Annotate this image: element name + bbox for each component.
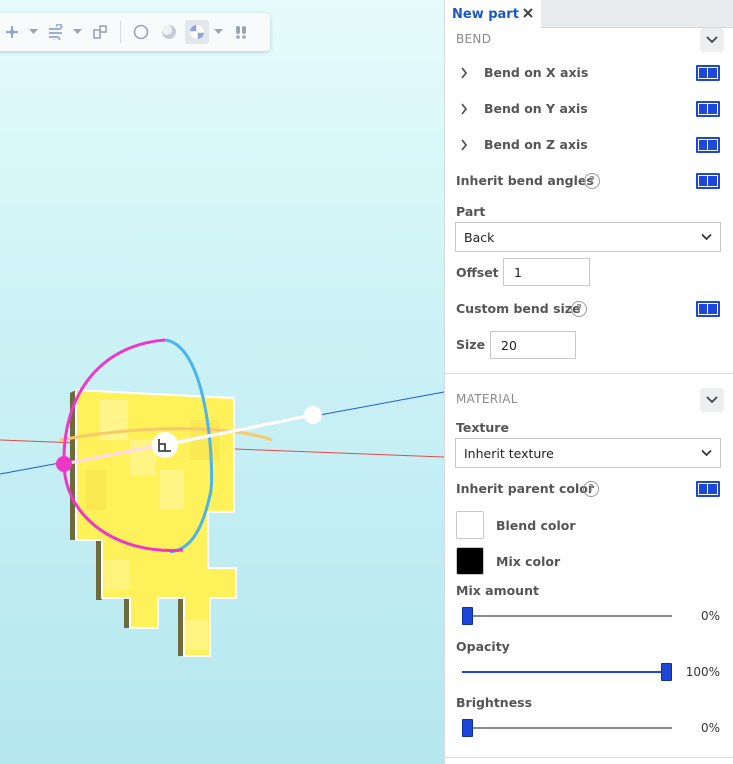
bend-z-label: Bend on Z axis xyxy=(484,137,588,152)
brightness-slider[interactable] xyxy=(462,719,672,737)
custom-bend-size-toggle[interactable] xyxy=(696,301,720,317)
circle-icon[interactable] xyxy=(129,20,153,44)
custom-bend-size-label: Custom bend size xyxy=(456,301,581,316)
blend-color-label: Blend color xyxy=(496,518,576,533)
section-divider xyxy=(445,373,733,374)
part-select-value: Back xyxy=(464,230,495,245)
brightness-value: 0% xyxy=(700,721,720,735)
inherit-parent-color-row: Inherit parent color ? xyxy=(445,477,733,501)
custom-bend-size-row: Custom bend size ? xyxy=(445,297,733,321)
half-shade-icon[interactable] xyxy=(157,20,181,44)
bend-collapse-button[interactable] xyxy=(700,28,724,52)
wind-icon[interactable] xyxy=(44,20,68,44)
bend-section-title: BEND xyxy=(456,32,492,46)
mix-amount-slider-thumb[interactable] xyxy=(462,607,473,625)
properties-panel: New part BEND Bend on X axis Bend on Y a… xyxy=(444,0,733,764)
3d-viewport[interactable] xyxy=(0,0,444,764)
chevron-down-icon xyxy=(701,233,712,241)
chevron-down-icon[interactable] xyxy=(72,20,82,44)
tab-new-part[interactable]: New part xyxy=(445,0,541,28)
chevron-right-icon[interactable] xyxy=(460,67,468,79)
offset-value: 1 xyxy=(514,265,522,280)
opacity-label: Opacity xyxy=(456,639,510,654)
mix-amount-slider[interactable] xyxy=(462,607,672,625)
mix-color-label: Mix color xyxy=(496,554,561,569)
chevron-down-icon[interactable] xyxy=(28,20,38,44)
scene-canvas xyxy=(0,338,444,657)
bend-y-row[interactable]: Bend on Y axis xyxy=(445,97,733,121)
size-label: Size xyxy=(456,337,486,352)
footprint-icon[interactable] xyxy=(229,20,253,44)
offset-label: Offset xyxy=(456,265,499,280)
chevron-right-icon[interactable] xyxy=(460,139,468,151)
inherit-bend-angles-toggle[interactable] xyxy=(696,173,720,189)
material-section-header: MATERIAL xyxy=(445,388,733,412)
help-icon[interactable]: ? xyxy=(571,301,587,317)
brightness-slider-thumb[interactable] xyxy=(462,719,473,737)
viewport-toolbar xyxy=(0,13,270,51)
chevron-down-icon xyxy=(706,36,718,44)
inherit-parent-color-label: Inherit parent color xyxy=(456,481,594,496)
bend-z-toggle[interactable] xyxy=(696,137,720,153)
texture-label: Texture xyxy=(456,420,509,435)
toolbar-divider xyxy=(120,21,121,43)
tab-title: New part xyxy=(452,6,519,22)
chevron-down-icon xyxy=(706,396,718,404)
help-icon[interactable]: ? xyxy=(584,173,600,189)
bend-x-label: Bend on X axis xyxy=(484,65,589,80)
texture-select-value: Inherit texture xyxy=(464,446,554,461)
section-divider xyxy=(445,757,733,758)
size-input[interactable]: 20 xyxy=(490,331,576,359)
help-icon[interactable]: ? xyxy=(583,481,599,497)
mix-amount-label: Mix amount xyxy=(456,583,539,598)
mix-color-swatch[interactable] xyxy=(456,547,484,575)
move-icon[interactable] xyxy=(0,20,24,44)
bend-y-toggle[interactable] xyxy=(696,101,720,117)
part-select[interactable]: Back xyxy=(455,222,721,252)
inherit-bend-angles-row: Inherit bend angles ? xyxy=(445,169,733,193)
opacity-value: 100% xyxy=(685,665,720,679)
opacity-slider[interactable] xyxy=(462,663,672,681)
texture-select[interactable]: Inherit texture xyxy=(455,438,721,468)
chevron-down-icon[interactable] xyxy=(213,20,223,44)
blend-color-swatch[interactable] xyxy=(456,511,484,539)
globe-icon[interactable] xyxy=(185,20,209,44)
chevron-down-icon xyxy=(701,449,712,457)
bend-section-header: BEND xyxy=(445,28,733,52)
bend-x-toggle[interactable] xyxy=(696,65,720,81)
material-section-title: MATERIAL xyxy=(456,392,518,406)
brightness-label: Brightness xyxy=(456,695,533,710)
bend-x-row[interactable]: Bend on X axis xyxy=(445,61,733,85)
bend-y-label: Bend on Y axis xyxy=(484,101,588,116)
inherit-bend-angles-label: Inherit bend angles xyxy=(456,173,594,188)
offset-input[interactable]: 1 xyxy=(503,258,590,286)
size-value: 20 xyxy=(501,338,517,353)
inherit-parent-color-toggle[interactable] xyxy=(696,481,720,497)
material-collapse-button[interactable] xyxy=(700,388,724,412)
opacity-slider-thumb[interactable] xyxy=(661,663,672,681)
pivot-icon[interactable] xyxy=(88,20,112,44)
mix-amount-value: 0% xyxy=(700,609,720,623)
close-icon[interactable] xyxy=(521,6,535,20)
bend-z-row[interactable]: Bend on Z axis xyxy=(445,133,733,157)
chevron-right-icon[interactable] xyxy=(460,103,468,115)
part-label: Part xyxy=(456,204,486,219)
tab-bar: New part xyxy=(445,0,733,28)
